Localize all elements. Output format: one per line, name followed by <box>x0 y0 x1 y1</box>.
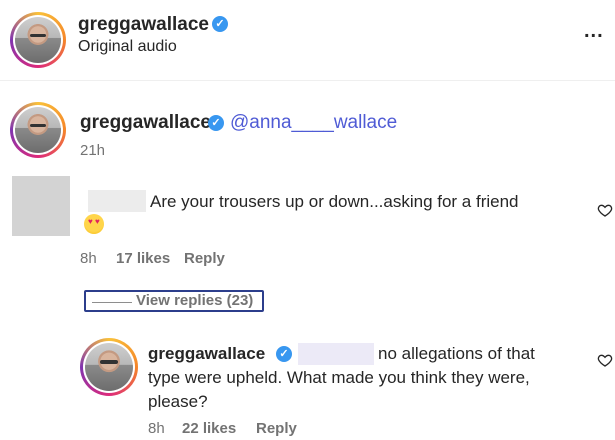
reply-button[interactable]: Reply <box>184 250 225 267</box>
view-replies-button[interactable]: View replies (23) <box>84 290 264 312</box>
reply-button[interactable]: Reply <box>256 420 297 437</box>
comment-likes-count[interactable]: 17 likes <box>116 250 170 267</box>
comment-mention-link[interactable]: @anna____wallace <box>230 112 397 134</box>
redacted-avatar <box>12 176 70 236</box>
heart-outline-icon[interactable] <box>597 352 613 368</box>
reply-likes-count[interactable]: 22 likes <box>182 420 236 437</box>
verified-badge-icon: ✓ <box>276 346 292 362</box>
comment-timestamp: 21h <box>80 142 106 159</box>
comment-text: Are your trousers up or down...asking fo… <box>150 192 519 211</box>
audio-label[interactable]: Original audio <box>78 38 177 56</box>
comment-timestamp: 8h <box>80 250 97 267</box>
post-author-username[interactable]: greggawallace <box>78 14 209 36</box>
header-divider <box>0 80 615 81</box>
likes-text: 22 likes <box>182 420 237 437</box>
heart-outline-icon[interactable] <box>597 202 613 218</box>
reply-text-line3: please? <box>148 392 208 411</box>
verified-badge-icon: ✓ <box>212 16 228 32</box>
reply-timestamp: 8h <box>148 420 165 437</box>
reply-author-username[interactable]: greggawallace <box>148 344 265 364</box>
comment-author-username[interactable]: greggawallace <box>80 112 211 134</box>
comment-author-avatar[interactable] <box>10 102 66 158</box>
heart-eyes-emoji-icon <box>84 214 104 234</box>
view-replies-label: View replies (23) <box>136 292 254 309</box>
reply-text-line2: type were upheld. What made you think th… <box>148 368 530 387</box>
redacted-username <box>88 190 146 212</box>
post-author-avatar[interactable] <box>10 12 66 68</box>
replies-line <box>92 302 132 303</box>
more-options-icon[interactable]: ... <box>584 20 604 43</box>
verified-badge-icon: ✓ <box>208 115 224 131</box>
reply-text-line1: no allegations of that <box>378 344 535 363</box>
reply-author-avatar[interactable] <box>80 338 138 396</box>
likes-text: 17 likes <box>116 250 171 267</box>
redacted-mention <box>298 343 374 365</box>
